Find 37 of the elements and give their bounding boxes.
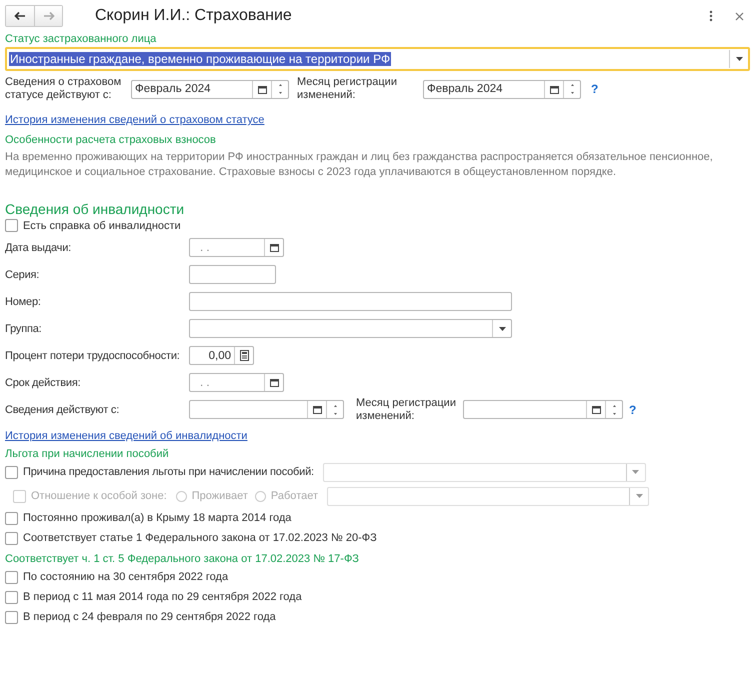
checkbox-label: Причина предоставления льготы при начислении пособий:: [23, 466, 314, 478]
checkbox-label: Есть справка об инвалидности: [23, 220, 181, 232]
field-label: Дата выдачи:: [5, 242, 72, 254]
checkbox-label: Постоянно проживал(а) в Крыму 18 марта 2014 года: [23, 512, 292, 524]
checkbox-label: Отношение к особой зоне:: [31, 490, 167, 502]
section-heading: Соответствует ч. 1 ст. 5 Федерального закона от 17.02.2023 № 17-ФЗ: [5, 552, 360, 566]
help-link[interactable]: ?: [629, 402, 636, 416]
date-field[interactable]: . .: [189, 238, 284, 257]
field-label: Серия:: [5, 268, 40, 280]
field-label: Срок действия:: [5, 376, 82, 388]
checkbox-label: В период с 11 мая 2014 года по 29 сентября 2022 года: [23, 591, 302, 603]
section-heading: Сведения об инвалидности: [5, 201, 186, 217]
window-title: Скорин И.И.: Страхование: [95, 7, 292, 25]
help-link[interactable]: ?: [591, 82, 598, 96]
checkbox-label: Соответствует статье 1 Федерального закона от 17.02.2023 № 20-ФЗ: [23, 532, 377, 544]
radio-label: Работает: [270, 490, 318, 502]
number-field[interactable]: 0,00: [189, 346, 254, 365]
month-field[interactable]: Февраль 2024: [423, 80, 581, 98]
checkbox-label: В период с 24 февраля по 29 сентября 2022 года: [23, 611, 276, 623]
history-link[interactable]: История изменения сведений о страховом статусе: [5, 114, 264, 126]
date-field[interactable]: . .: [189, 373, 284, 392]
field-label: Месяц регистрации изменений:: [356, 396, 457, 422]
radio-label: Проживает: [192, 490, 248, 502]
field-label: Группа:: [5, 322, 43, 334]
history-link[interactable]: История изменения сведений об инвалидности: [5, 430, 248, 442]
field-label: Номер:: [5, 296, 42, 308]
section-label: Статус застрахованного лица: [5, 33, 158, 45]
status-dropdown[interactable]: Иностранные граждане, временно проживающие на территории РФ: [5, 47, 750, 71]
checkbox-label: По состоянию на 30 сентября 2022 года: [23, 571, 228, 583]
field-label: Месяц регистрации изменений:: [297, 76, 398, 102]
month-field[interactable]: Февраль 2024: [131, 80, 289, 98]
info-text: На временно проживающих на территории РФ иностранных граждан и лиц без гражданства распространяется обязательное пенсионное, медицинское и социальное страхование. Страховые взносы с 2023 года уплачиваются в общеустановленном порядке.: [5, 150, 714, 180]
field-label: Сведения о страховом статусе действуют с:: [5, 76, 122, 102]
section-heading: Льгота при начислении пособий: [5, 448, 170, 460]
section-heading: Особенности расчета страховых взносов: [5, 134, 217, 146]
field-label: Процент потери трудоспособности:: [5, 350, 181, 362]
field-label: Сведения действуют с:: [5, 404, 120, 416]
